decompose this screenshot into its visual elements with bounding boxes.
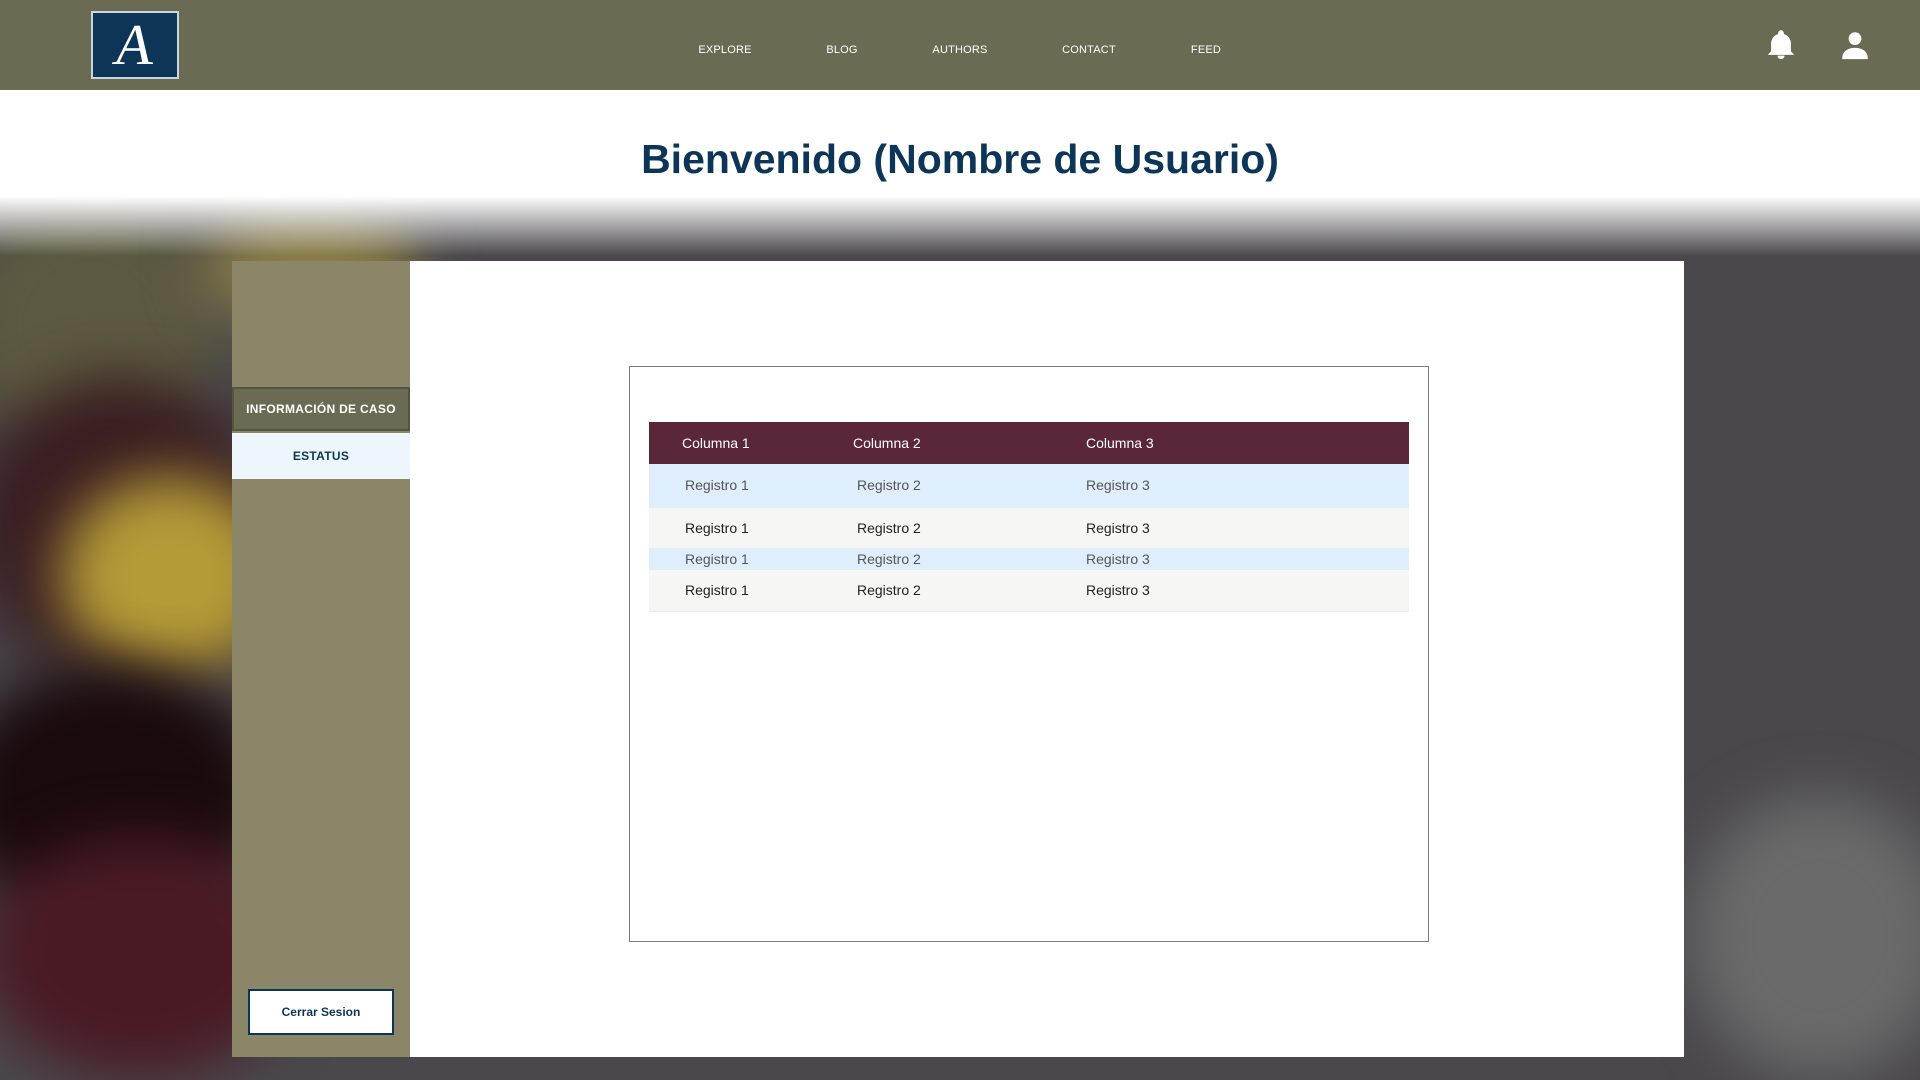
records-table: Columna 1 Columna 2 Columna 3 Registro 1…	[649, 422, 1409, 612]
table-cell: Registro 1	[685, 519, 749, 536]
nav-authors[interactable]: AUTHORS	[932, 44, 987, 56]
user-icon[interactable]	[1838, 28, 1872, 62]
nav-contact[interactable]: CONTACT	[1062, 44, 1116, 56]
column-header[interactable]: Columna 2	[853, 422, 1086, 464]
top-navbar: A EXPLORE BLOG AUTHORS CONTACT FEED	[0, 0, 1920, 90]
table-row[interactable]: Registro 1 Registro 2 Registro 3	[649, 548, 1409, 569]
table-cell: Registro 2	[857, 550, 921, 567]
table-cell: Registro 2	[857, 582, 921, 598]
nav-feed[interactable]: FEED	[1191, 44, 1221, 56]
table-cell: Registro 1	[685, 477, 749, 494]
logout-button[interactable]: Cerrar Sesion	[248, 989, 394, 1035]
table-cell: Registro 1	[685, 582, 749, 598]
sidebar-item-informacion-de-caso[interactable]: INFORMACIÓN DE CASO	[232, 387, 410, 431]
table-cell: Registro 3	[1086, 582, 1150, 598]
table-row[interactable]: Registro 1 Registro 2 Registro 3	[649, 569, 1409, 611]
table-header-row: Columna 1 Columna 2 Columna 3	[649, 422, 1409, 464]
table-cell: Registro 3	[1086, 477, 1150, 494]
table-card: Columna 1 Columna 2 Columna 3 Registro 1…	[629, 366, 1429, 942]
column-header[interactable]: Columna 1	[649, 422, 853, 464]
table-cell: Registro 3	[1086, 550, 1150, 567]
table-cell: Registro 2	[857, 519, 921, 536]
nav-blog[interactable]: BLOG	[826, 44, 857, 56]
table-cell: Registro 1	[685, 550, 749, 567]
main-nav: EXPLORE BLOG AUTHORS CONTACT FEED	[0, 44, 1920, 58]
table-row[interactable]: Registro 1 Registro 2 Registro 3	[649, 507, 1409, 548]
table-row[interactable]: Registro 1 Registro 2 Registro 3	[649, 464, 1409, 507]
main-panel: Columna 1 Columna 2 Columna 3 Registro 1…	[410, 261, 1684, 1057]
nav-explore[interactable]: EXPLORE	[698, 44, 751, 56]
table-cell: Registro 3	[1086, 519, 1150, 536]
column-header[interactable]: Columna 3	[1086, 422, 1409, 464]
page-title: Bienvenido (Nombre de Usuario)	[641, 136, 1279, 182]
sidebar: INFORMACIÓN DE CASO ESTATUS Cerrar Sesio…	[232, 261, 410, 1057]
sidebar-item-estatus[interactable]: ESTATUS	[232, 433, 410, 479]
table-cell: Registro 2	[857, 477, 921, 494]
bell-icon[interactable]	[1764, 28, 1798, 62]
